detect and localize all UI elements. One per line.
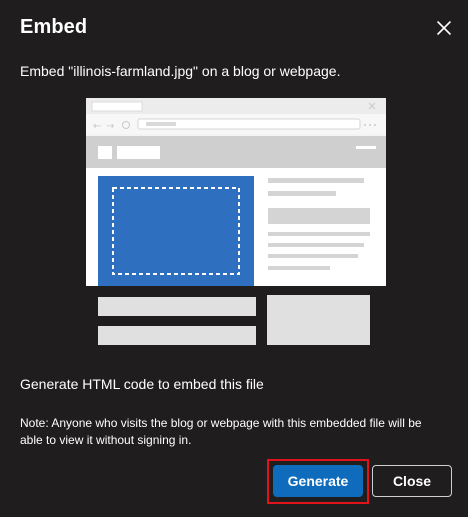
svg-text:←: ← [93,121,101,132]
close-icon[interactable] [434,18,454,38]
generate-button[interactable]: Generate [273,465,363,497]
svg-text:→: → [106,121,114,132]
embed-note: Note: Anyone who visits the blog or webp… [20,416,422,447]
embed-webpage-illustration: ← → [86,98,386,358]
dialog-subtitle: Embed "illinois-farmland.jpg" on a blog … [20,63,341,79]
dialog-title: Embed [20,16,88,38]
close-button[interactable]: Close [372,465,452,497]
generate-heading: Generate HTML code to embed this file [20,376,264,392]
